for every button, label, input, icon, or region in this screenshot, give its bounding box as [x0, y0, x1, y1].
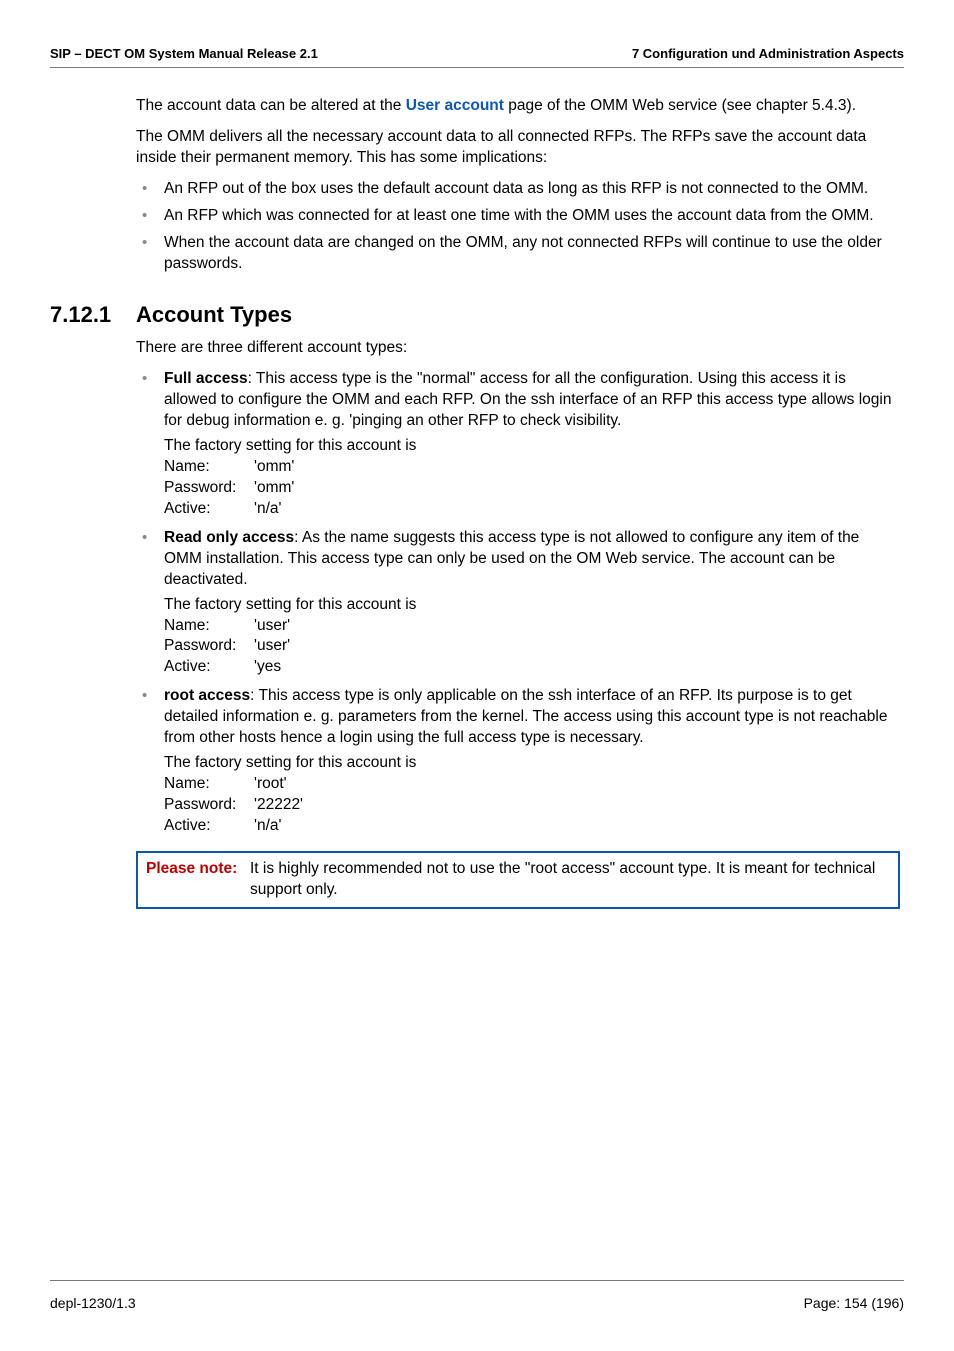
active-value: 'n/a' [254, 817, 281, 834]
section-intro: There are three different account types: [136, 338, 900, 359]
password-value: 'omm' [254, 479, 294, 496]
factory-setting-label: The factory setting for this account is [164, 753, 900, 774]
account-types-list: Full access: This access type is the "no… [136, 369, 900, 836]
intro-bullet-item: When the account data are changed on the… [136, 233, 900, 275]
intro-p1-a: The account data can be altered at the [136, 97, 406, 114]
header-left: SIP – DECT OM System Manual Release 2.1 [50, 46, 318, 61]
factory-setting-label: The factory setting for this account is [164, 436, 900, 457]
intro-p1-b: page of the OMM Web service (see chapter… [504, 97, 856, 114]
section-number: 7.12.1 [50, 302, 136, 328]
password-label: Password: [164, 795, 254, 816]
password-value: '22222' [254, 796, 303, 813]
intro-bullet-item: An RFP out of the box uses the default a… [136, 179, 900, 200]
header-right: 7 Configuration und Administration Aspec… [632, 46, 904, 61]
account-type-item: Full access: This access type is the "no… [136, 369, 900, 519]
active-value: 'yes [254, 658, 281, 675]
account-type-lead: Read only access [164, 529, 294, 546]
section-heading-row: 7.12.1 Account Types [50, 302, 904, 328]
active-value: 'n/a' [254, 500, 281, 517]
account-type-lead: Full access [164, 370, 248, 387]
intro-paragraph-2: The OMM delivers all the necessary accou… [136, 127, 900, 169]
name-label: Name: [164, 774, 254, 795]
account-type-item: root access: This access type is only ap… [136, 686, 900, 836]
note-text: It is highly recommended not to use the … [250, 859, 890, 901]
active-label: Active: [164, 499, 254, 520]
name-value: 'root' [254, 775, 287, 792]
active-label: Active: [164, 657, 254, 678]
name-label: Name: [164, 457, 254, 478]
intro-bullet-item: An RFP which was connected for at least … [136, 206, 900, 227]
active-label: Active: [164, 816, 254, 837]
section-title: Account Types [136, 302, 292, 328]
intro-paragraph-1: The account data can be altered at the U… [136, 96, 900, 117]
page-header: SIP – DECT OM System Manual Release 2.1 … [50, 46, 904, 68]
account-type-lead: root access [164, 687, 250, 704]
password-label: Password: [164, 636, 254, 657]
account-type-desc: : This access type is only applicable on… [164, 687, 887, 746]
name-value: 'user' [254, 617, 290, 634]
footer-right: Page: 154 (196) [804, 1295, 904, 1311]
footer-left: depl-1230/1.3 [50, 1295, 136, 1311]
account-type-desc: : This access type is the "normal" acces… [164, 370, 891, 429]
intro-bullet-list: An RFP out of the box uses the default a… [136, 179, 900, 275]
please-note-box: Please note: It is highly recommended no… [136, 851, 900, 909]
user-account-link[interactable]: User account [406, 97, 504, 114]
note-label: Please note: [146, 860, 237, 877]
factory-setting-label: The factory setting for this account is [164, 595, 900, 616]
account-type-item: Read only access: As the name suggests t… [136, 528, 900, 678]
password-label: Password: [164, 478, 254, 499]
password-value: 'user' [254, 637, 290, 654]
page-footer: depl-1230/1.3 Page: 154 (196) [50, 1280, 904, 1311]
name-label: Name: [164, 616, 254, 637]
name-value: 'omm' [254, 458, 294, 475]
